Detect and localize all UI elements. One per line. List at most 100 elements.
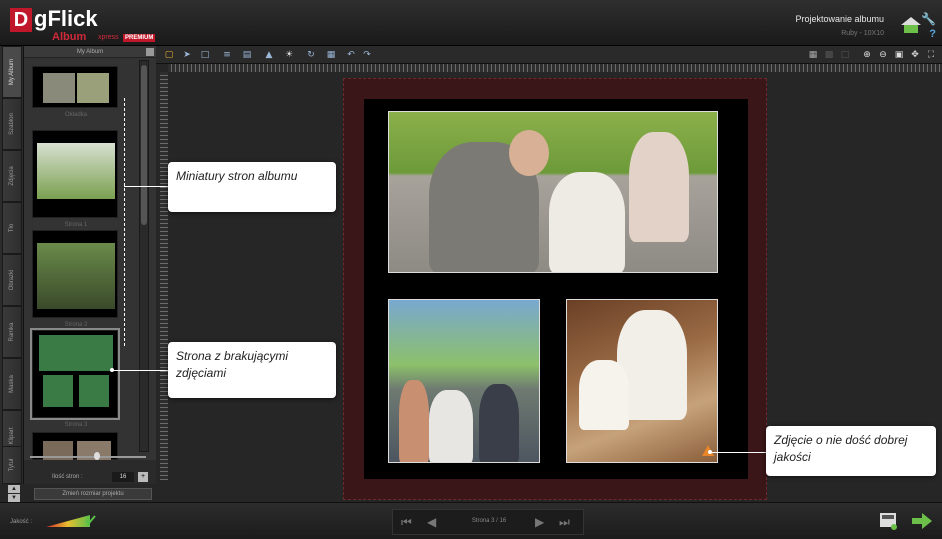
settings-wrench-icon[interactable]: 🔧 xyxy=(921,12,936,26)
page-thumbnail-2[interactable]: Strona 2 xyxy=(32,230,118,328)
thumbnail-photo xyxy=(77,73,109,103)
home-icon[interactable] xyxy=(900,16,922,34)
logo-badge: PREMIUM xyxy=(123,34,156,42)
panel-pin-icon[interactable] xyxy=(146,48,154,56)
thumbnail-caption: Strona 2 xyxy=(64,322,88,328)
callout-line xyxy=(112,370,168,371)
panel-scrollbar[interactable] xyxy=(139,60,149,452)
page-indicator: Strona 3 / 16 xyxy=(471,518,507,524)
pointer-icon[interactable]: ➤ xyxy=(180,50,194,60)
callout-line xyxy=(710,452,766,453)
app-logo: D gFlick Album xpress PREMIUM xyxy=(10,6,170,44)
quality-meter-icon xyxy=(46,515,96,527)
tab-tytul[interactable]: Tytuł xyxy=(2,446,22,484)
tab-obrazki[interactable]: Obrazki xyxy=(2,254,22,306)
logo-letter: D xyxy=(10,8,32,32)
album-editor-window: D gFlick Album xpress PREMIUM Projektowa… xyxy=(0,0,942,539)
grid2-icon[interactable]: ▩ xyxy=(822,50,836,60)
thumbnail-caption: Okładka xyxy=(64,112,87,118)
photo-frame-guests[interactable] xyxy=(388,299,540,463)
album-page[interactable] xyxy=(364,99,748,479)
photo-figure xyxy=(629,132,689,242)
frame-icon[interactable]: □ xyxy=(198,50,212,60)
lock-icon[interactable]: ▢ xyxy=(162,50,176,60)
album-pages-panel: My Album Okładka Strona 1 Strona 2 Stron… xyxy=(24,46,156,461)
photo-figure xyxy=(399,380,429,462)
tab-my-album[interactable]: My Album xyxy=(2,46,22,98)
callout-text: Miniatury stron albumu xyxy=(176,169,298,183)
prev-page-icon[interactable]: ◀ xyxy=(427,515,436,529)
panel-header: My Album xyxy=(24,46,156,58)
slider-knob[interactable] xyxy=(94,452,100,460)
logo-product: Album xyxy=(52,31,87,43)
logo-name: gFlick xyxy=(34,6,98,31)
photo-figure xyxy=(549,172,625,272)
thumbnail-size-slider[interactable] xyxy=(30,456,146,458)
tab-szablon[interactable]: Szablon xyxy=(2,98,22,150)
page-thumbnail-1[interactable]: Strona 1 xyxy=(32,130,118,228)
redo-icon[interactable]: ↷ xyxy=(360,50,374,60)
callout-text: Strona z brakującymi zdjęciami xyxy=(176,349,289,380)
align-center-icon[interactable]: ▤ xyxy=(240,50,254,60)
rotate-icon[interactable]: ↻ xyxy=(304,50,318,60)
panel-footer: Ilość stron : 16 + xyxy=(24,452,156,484)
page-count-label: Ilość stron : xyxy=(52,474,83,480)
grid3-icon[interactable]: □ xyxy=(838,50,852,60)
tab-zdjecia[interactable]: Zdjęcia xyxy=(2,150,22,202)
layers-icon[interactable]: ▦ xyxy=(324,50,338,60)
last-page-icon[interactable]: ⏭ xyxy=(559,515,570,530)
first-page-icon[interactable]: ⏮ xyxy=(401,515,412,530)
photo-figure xyxy=(429,390,473,462)
quality-label: Jakość : xyxy=(10,519,33,525)
scrollbar-thumb[interactable] xyxy=(141,65,147,225)
help-icon[interactable]: ? xyxy=(929,28,936,40)
page-count-add-button[interactable]: + xyxy=(138,472,148,482)
header-bar: D gFlick Album xpress PREMIUM Projektowa… xyxy=(0,0,942,46)
next-step-arrow-icon[interactable] xyxy=(912,513,932,529)
next-page-icon[interactable]: ▶ xyxy=(535,515,544,529)
project-title: Projektowanie albumu xyxy=(795,14,884,24)
vertical-ruler xyxy=(160,72,168,480)
photo-frame-wedding-couple[interactable] xyxy=(388,111,718,273)
thumbnail-caption: Strona 1 xyxy=(64,222,88,228)
align-left-icon[interactable]: ≡ xyxy=(220,50,234,60)
placeholder-flower-image xyxy=(43,375,73,407)
scroll-down-icon[interactable]: ▼ xyxy=(8,494,20,502)
tab-tlo[interactable]: Tło xyxy=(2,202,22,254)
project-subtitle: Ruby - 10X10 xyxy=(841,30,884,37)
thumbnail-photo xyxy=(37,143,115,199)
fit-icon[interactable]: ▣ xyxy=(892,50,906,60)
photo-frame-bride-stairs[interactable] xyxy=(566,299,718,463)
callout-thumbnails: Miniatury stron albumu xyxy=(168,162,336,212)
brightness-icon[interactable]: ☀ xyxy=(282,50,296,60)
photo-figure xyxy=(579,360,629,430)
scroll-up-icon[interactable]: ▲ xyxy=(8,485,20,493)
page-count-field[interactable]: 16 xyxy=(112,472,134,482)
placeholder-flower-image xyxy=(79,375,109,407)
thumbnail-photo xyxy=(43,73,75,103)
callout-missing-photos: Strona z brakującymi zdjęciami xyxy=(168,342,336,398)
panel-scroll-arrows: ▲ ▼ xyxy=(8,484,24,502)
photo-figure xyxy=(509,130,549,176)
undo-icon[interactable]: ↶ xyxy=(344,50,358,60)
logo-edition: xpress xyxy=(98,34,119,41)
callout-text: Zdjęcie o nie dość dobrej jakości xyxy=(774,433,908,464)
thumbnail-photo xyxy=(37,243,115,309)
arrange-icon[interactable]: ▲ xyxy=(262,50,276,60)
thumbnail-caption: Strona 3 xyxy=(64,422,88,428)
grid-icon[interactable]: ▦ xyxy=(806,50,820,60)
bottom-bar: Jakość : ⏮ ◀ Strona 3 / 16 ▶ ⏭ xyxy=(0,502,942,539)
resize-project-button[interactable]: Zmień rozmiar projektu xyxy=(34,488,152,500)
thumbnails-bracket xyxy=(124,98,125,346)
zoom-in-icon[interactable]: ⊕ xyxy=(860,50,874,60)
fullscreen-icon[interactable]: ⛶ xyxy=(924,50,938,60)
zoom-out-icon[interactable]: ⊖ xyxy=(876,50,890,60)
tab-maska[interactable]: Maska xyxy=(2,358,22,410)
page-thumbnail-3-missing-photos[interactable]: Strona 3 xyxy=(30,328,120,428)
order-cart-icon[interactable] xyxy=(878,511,898,531)
page-thumbnail-cover[interactable]: Okładka xyxy=(32,66,118,118)
editor-toolbar: ▢ ➤ □ ≡ ▤ ▲ ☀ ↻ ▦ ↶ ↷ ▦ ▩ □ ⊕ ⊖ ▣ ✥ ⛶ xyxy=(156,46,942,64)
album-spread xyxy=(343,78,767,500)
move-icon[interactable]: ✥ xyxy=(908,50,922,60)
tab-ramka[interactable]: Ramka xyxy=(2,306,22,358)
